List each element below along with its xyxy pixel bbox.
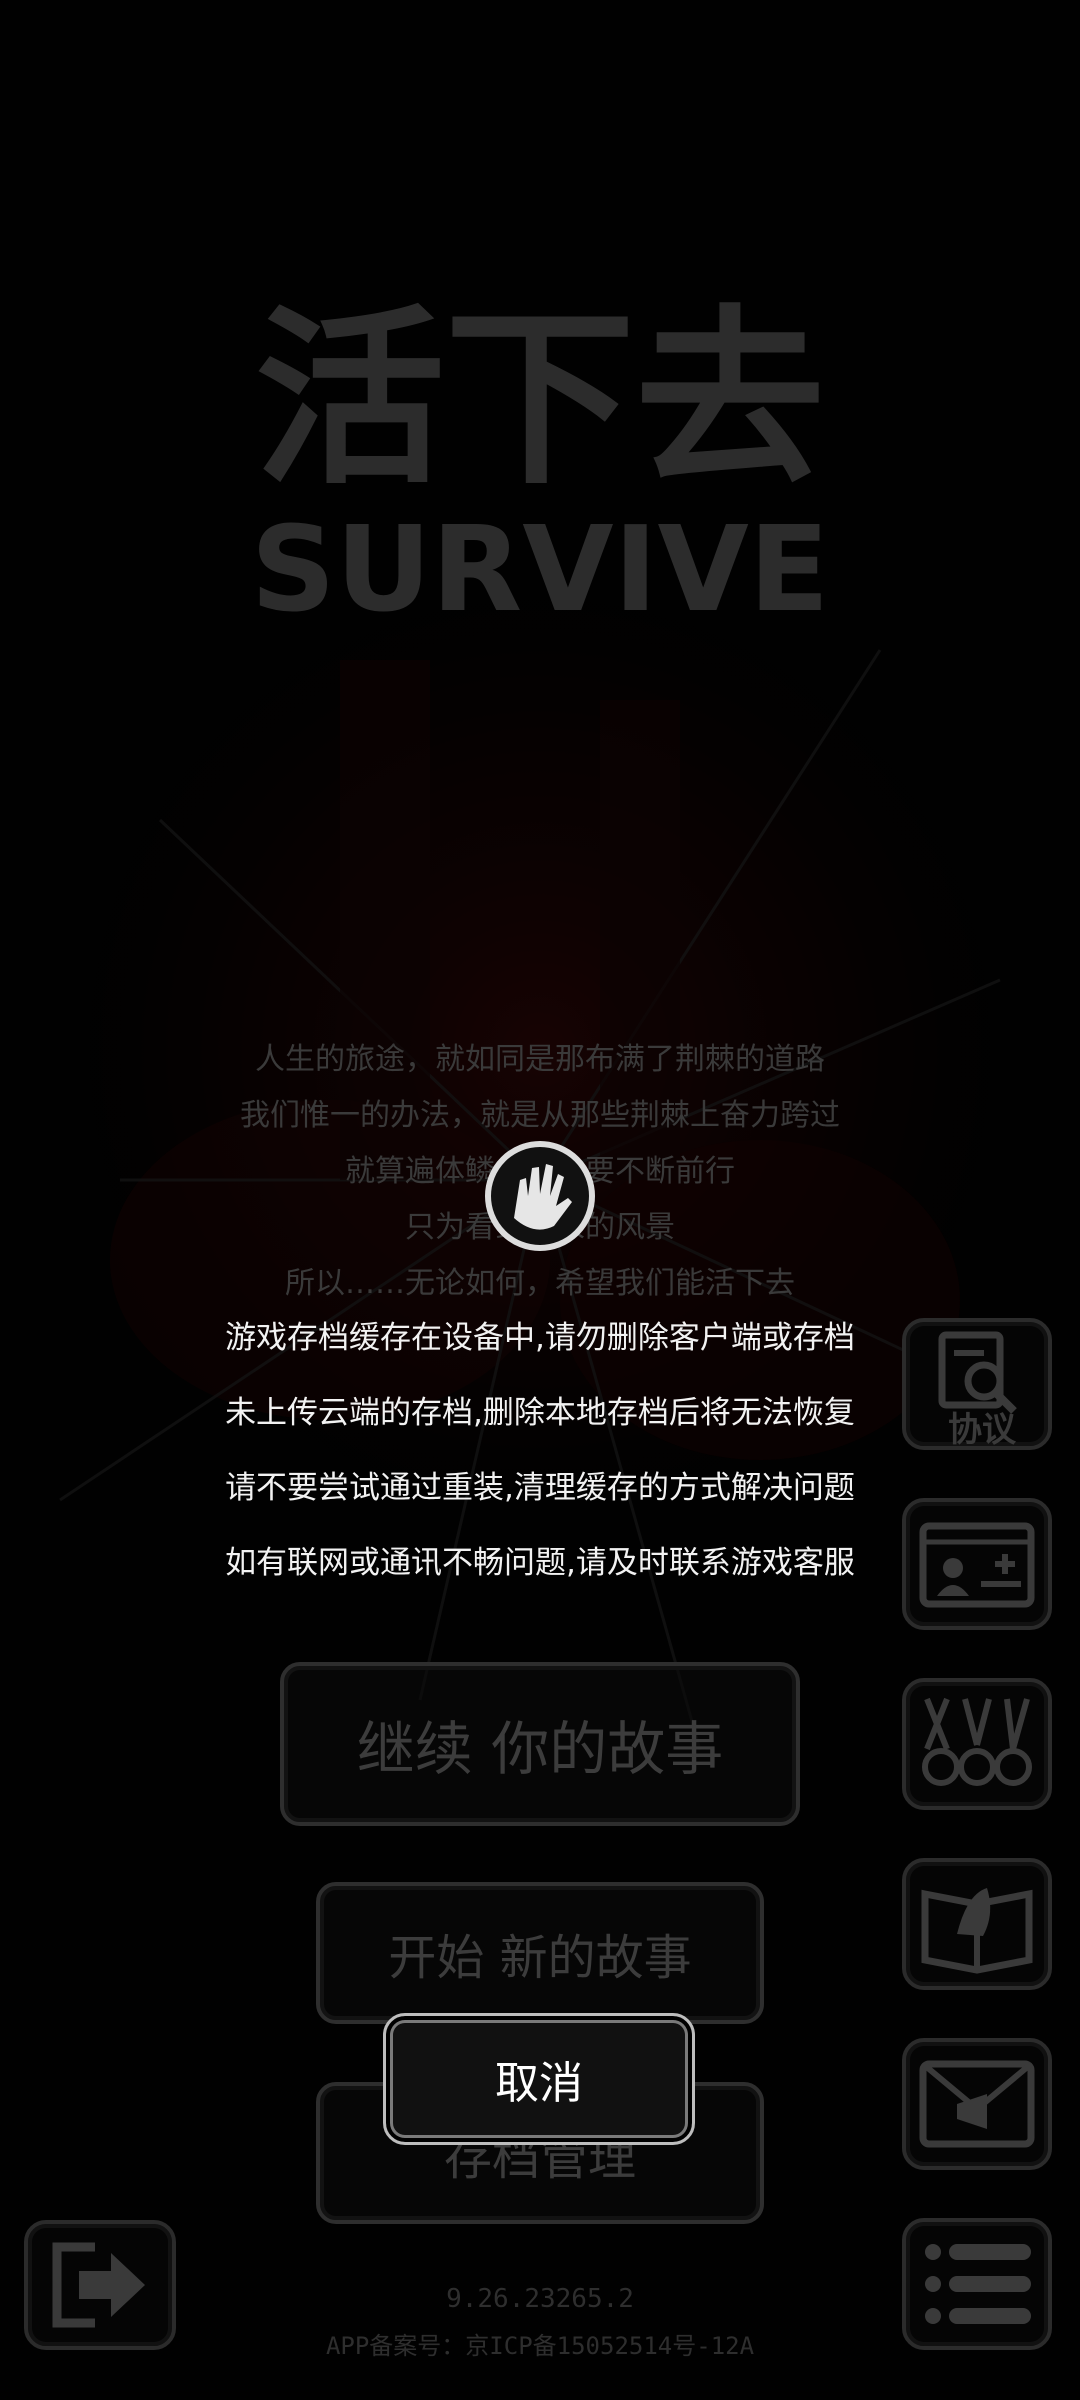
poem-line: 所以……无论如何，希望我们能活下去 [285,1266,795,1301]
achievements-button[interactable] [902,1678,1052,1810]
id-card-button[interactable] [902,1498,1052,1630]
new-story-button[interactable]: 开始 新的故事 [316,1882,764,2024]
guide-book-icon [921,1888,1033,1974]
notice-line: 如有联网或通讯不畅问题,请及时联系游戏客服 [225,1545,855,1581]
guide-button[interactable] [902,1858,1052,1990]
medals-icon [922,1697,1032,1786]
game-title-cn: 活下去 [255,290,825,510]
new-story-label: 开始 新的故事 [388,1930,692,1986]
version-text: 9.26.23265.2 [446,2284,634,2314]
continue-story-label: 继续 你的故事 [356,1715,724,1783]
notice-line: 游戏存档缓存在设备中,请勿删除客户端或存档 [225,1320,855,1356]
game-title-en: SURVIVE [251,500,830,638]
game-logo: 活下去 SURVIVE [251,290,830,638]
cancel-button[interactable]: 取消 [383,2013,695,2145]
continue-story-button[interactable]: 继续 你的故事 [280,1662,800,1826]
notice-line: 请不要尝试通过重装,清理缓存的方式解决问题 [225,1470,855,1506]
agreement-button[interactable]: 协议 [902,1318,1052,1450]
icp-record: APP备案号：京ICP备15052514号-12A [325,2332,755,2360]
id-card-icon [919,1522,1035,1608]
mail-button[interactable] [902,2038,1052,2170]
poem-line: 我们惟一的办法，就是从那些荆棘上奋力跨过 [240,1098,840,1133]
notice-line: 未上传云端的存档,删除本地存档后将无法恢复 [225,1395,855,1431]
save-notice: 游戏存档缓存在设备中,请勿删除客户端或存档 未上传云端的存档,删除本地存档后将无… [200,1310,880,1610]
agreement-label: 协议 [948,1410,1016,1450]
cancel-label: 取消 [495,2058,583,2109]
mail-icon [919,2060,1035,2148]
zombie-hand-icon [485,1141,595,1251]
poem-line: 人生的旅途，就如同是那布满了荆棘的道路 [255,1042,825,1077]
